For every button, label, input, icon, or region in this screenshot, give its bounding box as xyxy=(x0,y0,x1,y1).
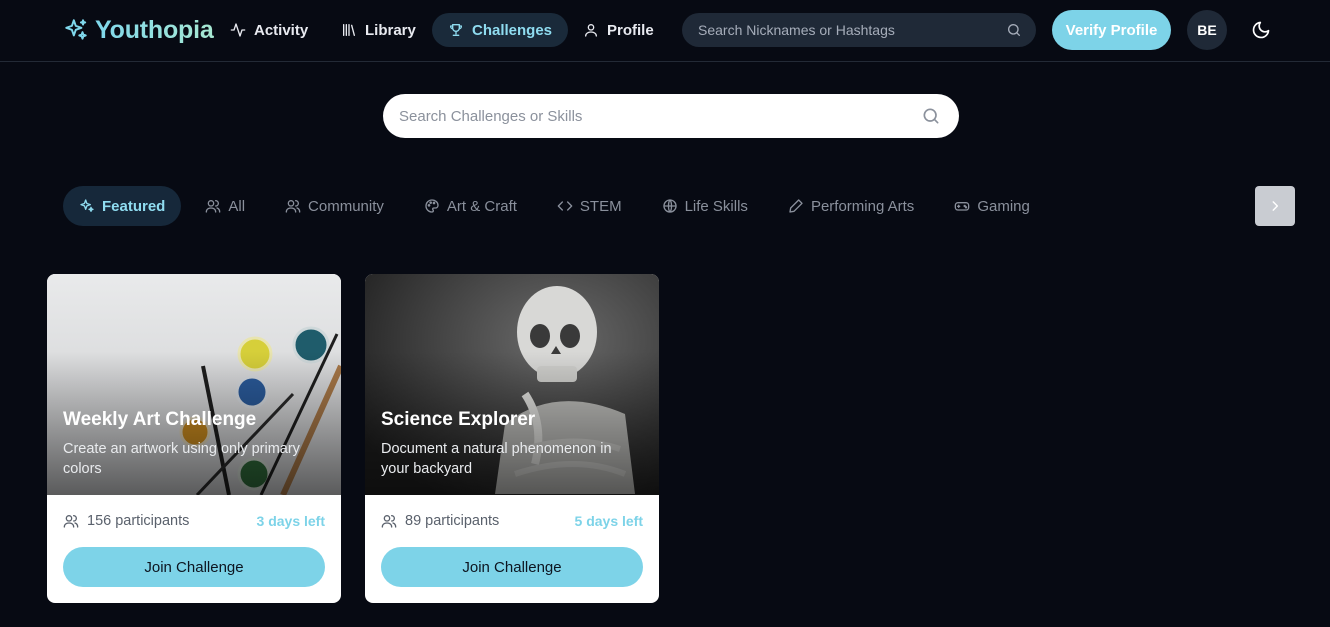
moon-icon xyxy=(1252,21,1270,39)
tab-stem-label: STEM xyxy=(579,197,622,215)
nav-profile-label: Profile xyxy=(607,21,654,39)
users-icon xyxy=(63,515,79,528)
challenge-card: Science Explorer Document a natural phen… xyxy=(365,274,659,603)
participants-label: 89 participants xyxy=(405,513,500,529)
search-icon[interactable] xyxy=(1006,22,1022,38)
nav-library-label: Library xyxy=(365,21,416,39)
participants-count: 89 participants xyxy=(381,513,499,529)
tab-performing-arts-label: Performing Arts xyxy=(810,197,915,215)
nav-challenges-label: Challenges xyxy=(472,21,553,39)
palette-icon xyxy=(425,199,439,213)
tab-art-craft[interactable]: Art & Craft xyxy=(408,186,533,226)
card-description: Document a natural phenomenon in your ba… xyxy=(381,441,612,477)
tab-featured[interactable]: Featured xyxy=(63,186,182,226)
nav-library[interactable]: Library xyxy=(325,13,432,47)
nav-activity[interactable]: Activity xyxy=(214,13,324,47)
tab-performing-arts[interactable]: Performing Arts xyxy=(772,186,930,226)
tab-all-label: All xyxy=(228,197,246,215)
card-title: Weekly Art Challenge xyxy=(63,409,257,430)
sparkles-icon xyxy=(65,19,87,40)
tab-featured-label: Featured xyxy=(102,197,166,215)
nav-challenges[interactable]: Challenges xyxy=(432,13,569,47)
tab-community[interactable]: Community xyxy=(269,186,400,226)
theme-toggle-button[interactable] xyxy=(1248,17,1274,43)
card-description: Create an artwork using only primary col… xyxy=(63,441,300,477)
tab-life-skills[interactable]: Life Skills xyxy=(646,186,764,226)
tab-all[interactable]: All xyxy=(189,186,261,226)
participants-label: 156 participants xyxy=(87,513,190,529)
users-icon xyxy=(206,200,221,213)
pen-icon xyxy=(789,199,803,213)
tab-community-label: Community xyxy=(308,197,384,215)
participants-count: 156 participants xyxy=(63,513,189,529)
days-left-badge: 5 days left xyxy=(574,513,643,529)
top-search-bar xyxy=(682,13,1036,47)
brand-name: Youthopia xyxy=(95,15,214,44)
challenge-search-input[interactable] xyxy=(399,107,921,125)
code-icon xyxy=(557,201,573,211)
nav-profile[interactable]: Profile xyxy=(567,13,670,47)
challenge-search-bar xyxy=(383,94,959,138)
nickname-search-input[interactable] xyxy=(698,22,1006,38)
tab-gaming[interactable]: Gaming xyxy=(938,186,1046,226)
days-left-badge: 3 days left xyxy=(256,513,325,529)
top-navigation-bar: Youthopia Activity Library Challenges Pr… xyxy=(0,0,1330,62)
category-next-button[interactable] xyxy=(1255,186,1295,226)
library-icon xyxy=(343,24,355,36)
activity-icon xyxy=(230,23,246,37)
users-icon xyxy=(381,515,397,528)
card-meta: 156 participants 3 days left xyxy=(63,511,325,531)
user-icon xyxy=(585,24,597,37)
tab-stem[interactable]: STEM xyxy=(541,186,638,226)
gamepad-icon xyxy=(954,202,970,211)
search-icon[interactable] xyxy=(921,106,941,126)
chevron-right-icon xyxy=(1272,201,1279,211)
trophy-icon xyxy=(450,24,462,36)
card-meta: 89 participants 5 days left xyxy=(381,511,643,531)
users-icon xyxy=(285,200,301,213)
card-title: Science Explorer xyxy=(381,409,536,430)
join-challenge-button[interactable]: Join Challenge xyxy=(63,547,325,587)
verify-profile-button[interactable]: Verify Profile xyxy=(1052,10,1171,50)
category-tabs: Featured All Community Art & Craft STEM … xyxy=(63,186,1054,226)
globe-icon xyxy=(662,199,677,213)
avatar[interactable]: BE xyxy=(1187,10,1227,50)
join-challenge-button[interactable]: Join Challenge xyxy=(381,547,643,587)
sparkles-icon xyxy=(80,199,94,212)
tab-gaming-label: Gaming xyxy=(977,197,1030,215)
nav-activity-label: Activity xyxy=(254,21,309,39)
challenge-card: Weekly Art Challenge Create an artwork u… xyxy=(47,274,341,603)
tab-life-skills-label: Life Skills xyxy=(684,197,748,215)
tab-art-craft-label: Art & Craft xyxy=(446,197,517,215)
brand-logo[interactable]: Youthopia xyxy=(63,14,214,46)
